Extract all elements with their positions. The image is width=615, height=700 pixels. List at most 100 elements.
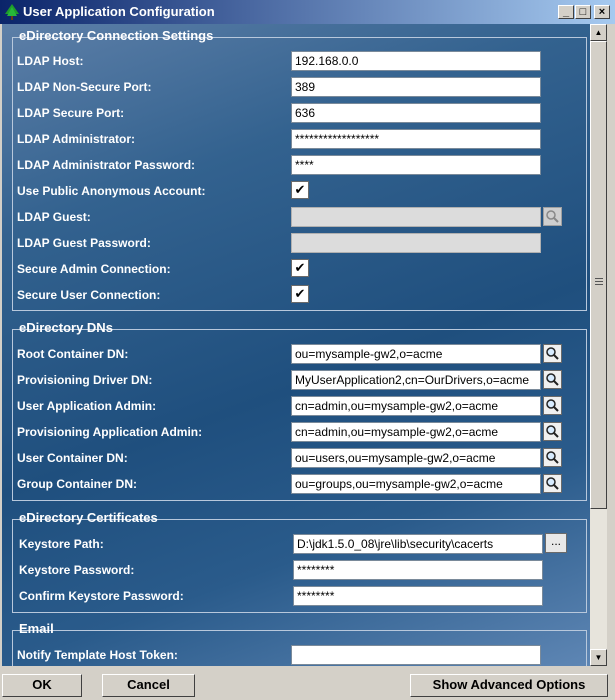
secure-admin-checkbox[interactable]: ✔ [291,259,309,277]
root-container-input[interactable]: ou=mysample-gw2,o=acme [291,344,541,364]
confirm-keystore-password-input[interactable]: ******** [293,586,543,606]
keystore-path-row: Keystore Path: D:\jdk1.5.0_08\jre\lib\se… [13,533,588,555]
vertical-scrollbar[interactable]: ▲ ▼ [590,24,607,666]
ldap-host-input[interactable]: 192.168.0.0 [291,51,541,71]
ldap-guest-row: LDAP Guest: [13,206,588,228]
config-panel: eDirectory Connection Settings LDAP Host… [2,24,590,666]
connection-settings-group: eDirectory Connection Settings LDAP Host… [12,28,588,311]
confirm-keystore-password-label: Confirm Keystore Password: [19,589,184,603]
group-container-label: Group Container DN: [17,477,137,491]
edirectory-dns-title: eDirectory DNs [17,320,115,335]
secure-port-label: LDAP Secure Port: [17,106,125,120]
scroll-grip [595,281,603,282]
prov-app-admin-label: Provisioning Application Admin: [17,425,203,439]
keystore-password-label: Keystore Password: [19,563,135,577]
cancel-button[interactable]: Cancel [102,674,195,697]
magnifier-icon [546,399,559,412]
group-container-lookup-button[interactable] [543,474,562,493]
group-container-row: Group Container DN: ou=groups,ou=mysampl… [13,473,588,495]
public-anonymous-checkbox[interactable]: ✔ [291,181,309,199]
public-anonymous-row: Use Public Anonymous Account: ✔ [13,180,588,202]
ldap-admin-label: LDAP Administrator: [17,132,136,146]
secure-user-label: Secure User Connection: [17,288,161,302]
notify-host-input[interactable] [291,645,541,665]
scroll-thumb[interactable] [590,41,607,509]
non-secure-port-row: LDAP Non-Secure Port: 389 [13,76,588,98]
secure-admin-label: Secure Admin Connection: [17,262,171,276]
user-app-admin-input[interactable]: cn=admin,ou=mysample-gw2,o=acme [291,396,541,416]
public-anonymous-label: Use Public Anonymous Account: [17,184,206,198]
ldap-admin-password-row: LDAP Administrator Password: **** [13,154,588,176]
tree-icon [5,4,19,20]
ldap-admin-row: LDAP Administrator: ****************** [13,128,588,150]
ldap-guest-label: LDAP Guest: [17,210,91,224]
user-app-admin-row: User Application Admin: cn=admin,ou=mysa… [13,395,588,417]
scroll-grip [595,278,603,279]
user-container-label: User Container DN: [17,451,128,465]
magnifier-icon [546,425,559,438]
root-container-lookup-button[interactable] [543,344,562,363]
email-group: Email Notify Template Host Token: [12,621,588,666]
root-container-row: Root Container DN: ou=mysample-gw2,o=acm… [13,343,588,365]
ldap-guest-password-row: LDAP Guest Password: [13,232,588,254]
certificates-group: eDirectory Certificates Keystore Path: D… [12,510,588,613]
provisioning-driver-input[interactable]: MyUserApplication2,cn=OurDrivers,o=acme [291,370,541,390]
ldap-admin-input[interactable]: ****************** [291,129,541,149]
keystore-password-input[interactable]: ******** [293,560,543,580]
title-bar: User Application Configuration _ □ × [0,0,615,24]
user-app-admin-lookup-button[interactable] [543,396,562,415]
non-secure-port-label: LDAP Non-Secure Port: [17,80,152,94]
provisioning-driver-row: Provisioning Driver DN: MyUserApplicatio… [13,369,588,391]
maximize-button[interactable]: □ [575,5,591,19]
magnifier-icon [546,210,559,223]
notify-host-label: Notify Template Host Token: [17,648,178,662]
email-title: Email [17,621,56,636]
close-button[interactable]: × [594,5,610,19]
connection-settings-title: eDirectory Connection Settings [17,28,216,43]
ldap-host-row: LDAP Host: 192.168.0.0 [13,50,588,72]
secure-port-row: LDAP Secure Port: 636 [13,102,588,124]
root-container-label: Root Container DN: [17,347,129,361]
keystore-path-label: Keystore Path: [19,537,104,551]
magnifier-icon [546,477,559,490]
magnifier-icon [546,347,559,360]
minimize-button[interactable]: _ [558,5,574,19]
ldap-admin-password-input[interactable]: **** [291,155,541,175]
keystore-password-row: Keystore Password: ******** [13,559,588,581]
ldap-admin-password-label: LDAP Administrator Password: [17,158,196,172]
magnifier-icon [546,451,559,464]
non-secure-port-input[interactable]: 389 [291,77,541,97]
user-container-lookup-button[interactable] [543,448,562,467]
secure-admin-row: Secure Admin Connection: ✔ [13,258,588,280]
ldap-host-label: LDAP Host: [17,54,84,68]
prov-app-admin-input[interactable]: cn=admin,ou=mysample-gw2,o=acme [291,422,541,442]
ldap-guest-input [291,207,541,227]
window-title: User Application Configuration [23,4,215,19]
certificates-title: eDirectory Certificates [17,510,160,525]
button-bar: OK Cancel Show Advanced Options [0,668,615,700]
user-app-admin-label: User Application Admin: [17,399,157,413]
provisioning-driver-lookup-button[interactable] [543,370,562,389]
user-container-input[interactable]: ou=users,ou=mysample-gw2,o=acme [291,448,541,468]
magnifier-icon [546,373,559,386]
prov-app-admin-lookup-button[interactable] [543,422,562,441]
scroll-up-button[interactable]: ▲ [590,24,607,41]
scroll-down-button[interactable]: ▼ [590,649,607,666]
notify-host-row: Notify Template Host Token: [13,644,588,666]
secure-user-checkbox[interactable]: ✔ [291,285,309,303]
ok-button[interactable]: OK [2,674,82,697]
edirectory-dns-group: eDirectory DNs Root Container DN: ou=mys… [12,320,588,501]
confirm-keystore-password-row: Confirm Keystore Password: ******** [13,585,588,607]
prov-app-admin-row: Provisioning Application Admin: cn=admin… [13,421,588,443]
secure-port-input[interactable]: 636 [291,103,541,123]
ldap-guest-lookup-button [543,207,562,226]
show-advanced-options-button[interactable]: Show Advanced Options [410,674,608,697]
scroll-grip [595,284,603,285]
keystore-path-input[interactable]: D:\jdk1.5.0_08\jre\lib\security\cacerts [293,534,543,554]
user-container-row: User Container DN: ou=users,ou=mysample-… [13,447,588,469]
provisioning-driver-label: Provisioning Driver DN: [17,373,153,387]
group-container-input[interactable]: ou=groups,ou=mysample-gw2,o=acme [291,474,541,494]
keystore-browse-button[interactable]: ... [545,533,567,553]
ldap-guest-password-label: LDAP Guest Password: [17,236,151,250]
secure-user-row: Secure User Connection: ✔ [13,284,588,306]
